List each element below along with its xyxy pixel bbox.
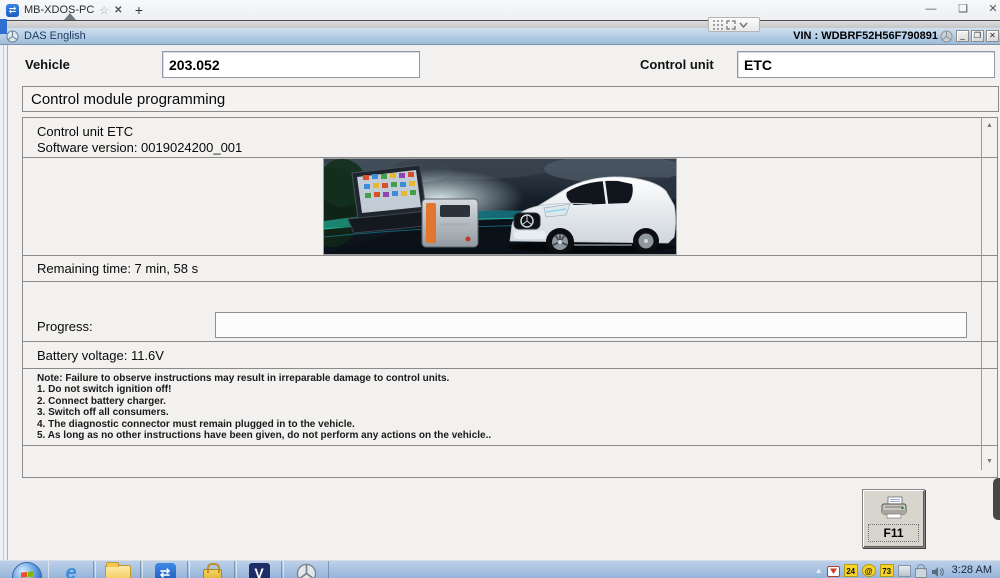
printer-icon bbox=[879, 495, 909, 521]
software-version-line: Software version: 0019024200_001 bbox=[37, 140, 242, 155]
note-line: 3. Switch off all consumers. bbox=[37, 407, 957, 418]
v-app-icon: V bbox=[249, 563, 270, 578]
vehicle-input[interactable] bbox=[162, 51, 420, 78]
internet-explorer-icon: e bbox=[65, 563, 76, 578]
vehicle-label: Vehicle bbox=[25, 57, 70, 72]
taskbar-item-internet-explorer[interactable]: e bbox=[48, 561, 94, 578]
remaining-time-text: Remaining time: 7 min, 58 s bbox=[37, 261, 198, 276]
new-tab-button[interactable]: + bbox=[130, 1, 148, 19]
window-minimize-button[interactable]: — bbox=[918, 0, 944, 18]
das-close-button[interactable]: ✕ bbox=[986, 30, 999, 42]
tab-close-icon[interactable]: ✕ bbox=[114, 5, 122, 16]
session-mini-toolbar[interactable] bbox=[708, 17, 760, 32]
tray-badge-73[interactable]: 73 bbox=[880, 564, 894, 577]
tray-network-icon[interactable] bbox=[898, 565, 911, 577]
f11-print-button[interactable]: F11 bbox=[862, 489, 925, 548]
taskbar-clock[interactable]: 3:28 AM bbox=[952, 564, 992, 577]
scroll-down-icon[interactable]: ▼ bbox=[986, 458, 993, 465]
drag-handle-icon[interactable] bbox=[712, 19, 723, 30]
das-minimize-button[interactable]: _ bbox=[956, 30, 969, 42]
windows-start-button[interactable] bbox=[12, 562, 42, 578]
control-unit-line: Control unit ETC bbox=[37, 124, 133, 139]
note-line: Note: Failure to observe instructions ma… bbox=[37, 373, 957, 384]
tab-bar: ⇄ MB-XDOS-PC ☆ ✕ + — ❑ ✕ bbox=[0, 0, 1000, 20]
mercedes-star-taskbar-icon bbox=[296, 563, 317, 578]
screen: ⇄ MB-XDOS-PC ☆ ✕ + — ❑ ✕ DAS English VIN… bbox=[0, 0, 1000, 578]
tray-badge-24[interactable]: 24 bbox=[844, 564, 858, 577]
expand-fullscreen-icon[interactable] bbox=[726, 20, 736, 30]
teamviewer-icon: ⇄ bbox=[155, 563, 176, 578]
teamviewer-favicon-icon: ⇄ bbox=[6, 4, 19, 17]
window-maximize-button[interactable]: ❑ bbox=[950, 0, 976, 18]
section-divider bbox=[23, 255, 997, 256]
taskbar-item-security[interactable] bbox=[189, 561, 235, 578]
taskbar: e ⇄ V ▲ 24 @ 73 bbox=[0, 560, 1000, 578]
taskbar-item-folder[interactable] bbox=[95, 561, 141, 578]
page-title: Control module programming bbox=[31, 91, 225, 108]
tray-speaker-icon[interactable] bbox=[931, 566, 944, 578]
note-line: 5. As long as no other instructions have… bbox=[37, 430, 957, 441]
taskbar-item-mercedes[interactable] bbox=[283, 561, 329, 578]
notes-block: Note: Failure to observe instructions ma… bbox=[37, 373, 957, 441]
scroll-up-icon[interactable]: ▲ bbox=[986, 122, 993, 129]
section-divider bbox=[23, 341, 997, 342]
f11-label: F11 bbox=[868, 524, 919, 542]
section-divider bbox=[23, 281, 997, 282]
chevron-down-icon[interactable] bbox=[739, 22, 748, 28]
vin-label: VIN : WDBRF52H56F790891 bbox=[793, 30, 938, 42]
note-line: 4. The diagnostic connector must remain … bbox=[37, 419, 957, 430]
padlock-icon bbox=[203, 569, 222, 578]
windows-logo-icon bbox=[21, 571, 33, 578]
scrollbar-track[interactable]: ▲ ▼ bbox=[981, 118, 997, 470]
taskbar-item-v-app[interactable]: V bbox=[236, 561, 282, 578]
section-divider bbox=[23, 445, 997, 446]
mercedes-star-icon bbox=[6, 30, 19, 43]
vehicle-banner-image bbox=[323, 158, 677, 255]
page-title-box: Control module programming bbox=[22, 86, 999, 112]
tray-expand-icon[interactable]: ▲ bbox=[815, 566, 823, 575]
progress-label: Progress: bbox=[37, 319, 93, 334]
tab-title: MB-XDOS-PC bbox=[24, 4, 94, 16]
tray-alert-icon[interactable] bbox=[827, 565, 840, 578]
tray-lock-icon[interactable] bbox=[915, 568, 927, 578]
favorite-star-icon[interactable]: ☆ bbox=[99, 4, 109, 17]
control-unit-input[interactable] bbox=[737, 51, 995, 78]
side-panel-tab[interactable] bbox=[993, 478, 1000, 520]
battery-voltage-text: Battery voltage: 11.6V bbox=[37, 348, 164, 363]
left-window-frame bbox=[0, 45, 8, 560]
left-window-frame-line bbox=[3, 45, 4, 560]
window-frame-strip bbox=[0, 20, 1000, 28]
das-restore-button[interactable]: ❐ bbox=[971, 30, 984, 42]
section-divider bbox=[23, 368, 997, 369]
das-window-title: DAS English bbox=[24, 30, 86, 42]
taskbar-item-teamviewer[interactable]: ⇄ bbox=[142, 561, 188, 578]
das-title-bar: DAS English VIN : WDBRF52H56F790891 _ ❐ … bbox=[0, 28, 1000, 45]
panel-grip-triangle-icon[interactable] bbox=[64, 13, 76, 20]
window-close-button[interactable]: ✕ bbox=[980, 0, 1000, 18]
system-tray: ▲ 24 @ 73 3:28 AM bbox=[815, 561, 1000, 578]
tray-badge-at[interactable]: @ bbox=[862, 564, 876, 577]
note-line: 1. Do not switch ignition off! bbox=[37, 384, 957, 395]
side-panel-nub[interactable] bbox=[0, 19, 7, 34]
tab-mb-xdos-pc[interactable]: ⇄ MB-XDOS-PC ☆ ✕ bbox=[0, 0, 126, 20]
progress-bar bbox=[215, 312, 967, 338]
control-unit-label: Control unit bbox=[640, 57, 714, 72]
note-line: 2. Connect battery charger. bbox=[37, 396, 957, 407]
das-app-icon bbox=[940, 30, 953, 43]
folder-icon bbox=[105, 565, 131, 578]
